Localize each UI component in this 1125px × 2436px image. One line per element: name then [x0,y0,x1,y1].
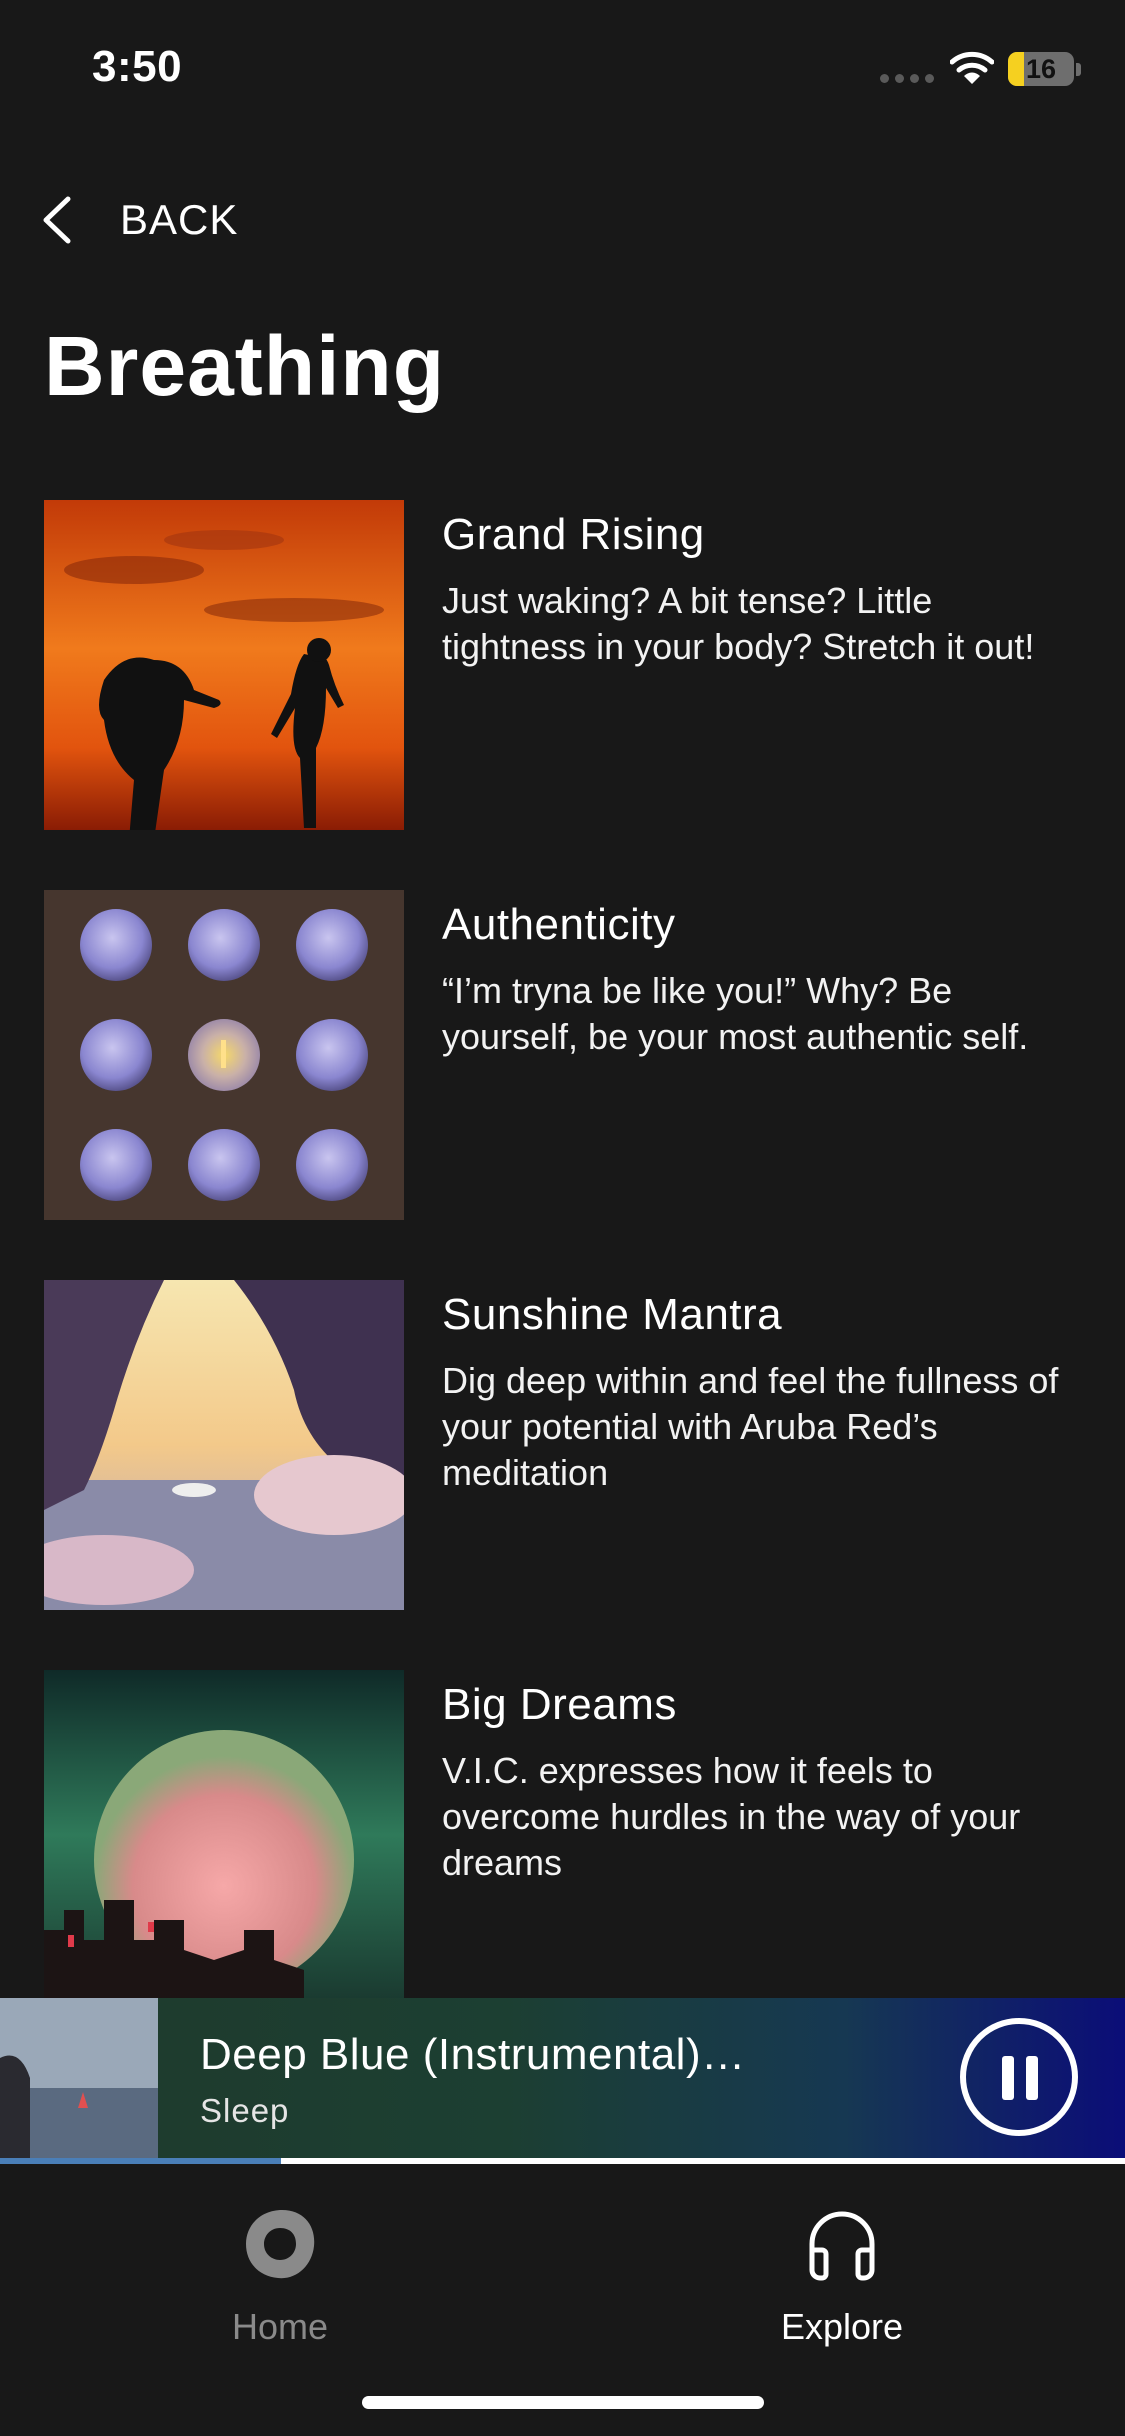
now-playing-bar[interactable]: Deep Blue (Instrumental)… Sleep [0,1998,1125,2158]
item-thumbnail [44,1280,404,1610]
battery-level: 16 [1025,54,1057,84]
back-label: BACK [120,196,239,243]
item-title: Grand Rising [442,510,705,559]
home-blob-icon [246,2210,315,2279]
item-title: Authenticity [442,900,676,949]
chevron-left-icon [43,196,71,244]
now-playing-artwork [0,1998,158,2158]
list-item[interactable]: Grand Rising Just waking? A bit tense? L… [44,500,1094,830]
home-indicator[interactable] [362,2396,764,2409]
item-thumbnail [44,1670,404,2000]
item-title: Big Dreams [442,1680,677,1729]
tab-home[interactable]: Home [130,2204,430,2374]
now-playing-title: Deep Blue (Instrumental)… [200,2030,746,2079]
status-time: 3:50 [92,42,183,91]
headphones-icon [809,2211,875,2281]
pause-button[interactable] [960,2018,1078,2136]
item-description: Dig deep within and feel the fullness of… [442,1360,1059,1493]
tab-explore-label: Explore [780,2306,904,2347]
page-title: Breathing [44,319,446,413]
list-item[interactable]: Sunshine Mantra Dig deep within and feel… [44,1280,1094,1610]
battery-icon: 16 [1008,52,1074,86]
item-description: V.I.C. expresses how it feels to overcom… [442,1750,1021,1883]
wifi-icon [950,51,994,84]
battery-nub [1076,63,1081,76]
pause-icon [1002,2056,1014,2100]
tab-home-label: Home [231,2306,329,2347]
item-description: Just waking? A bit tense? Little tightne… [442,580,1035,667]
status-bar: 3:50 16 [0,0,1125,140]
cellular-signal-icon [880,74,934,83]
list-item[interactable]: Big Dreams V.I.C. expresses how it feels… [44,1670,1094,2000]
item-thumbnail [44,890,404,1220]
screen: 3:50 16 BACK Breathing Grand Rising Just… [0,0,1125,2436]
back-button[interactable]: BACK [40,190,238,250]
item-title: Sunshine Mantra [442,1290,783,1339]
item-thumbnail [44,500,404,830]
lock-badge [264,1860,404,2000]
list-item[interactable]: Authenticity “I’m tryna be like you!” Wh… [44,890,1094,1220]
now-playing-subtitle: Sleep [200,2092,290,2129]
item-description: “I’m tryna be like you!” Why? Be yoursel… [442,970,1029,1057]
tab-explore[interactable]: Explore [692,2204,992,2374]
